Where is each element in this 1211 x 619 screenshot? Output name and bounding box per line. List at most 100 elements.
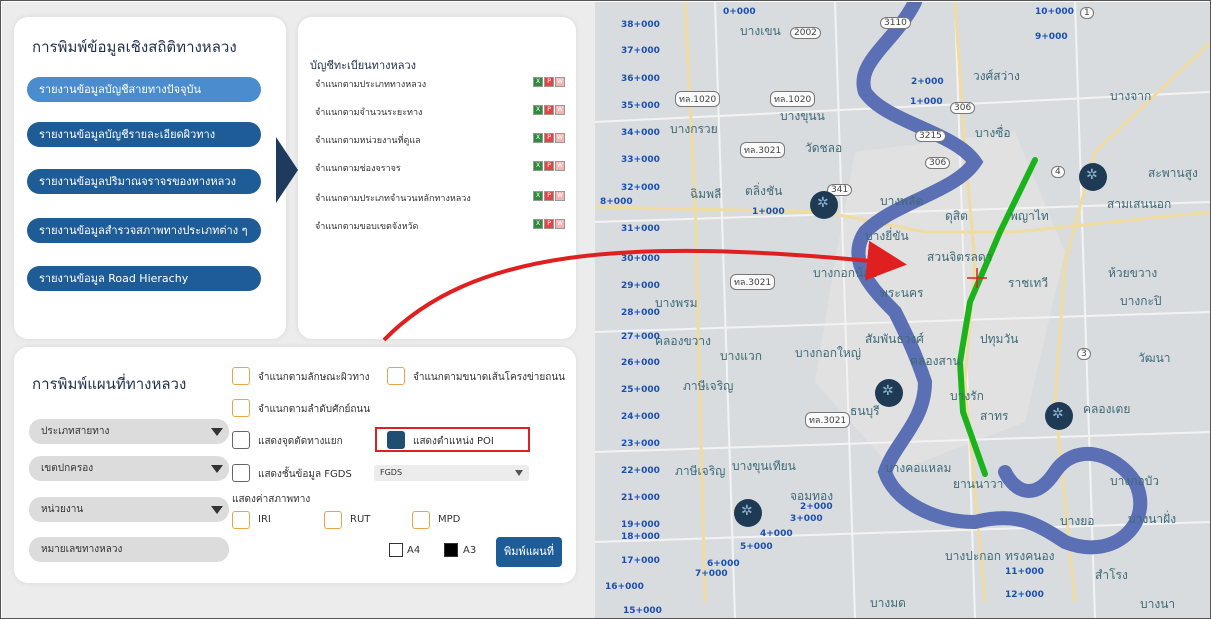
pdf-icon[interactable]: P — [544, 219, 554, 229]
map-place-label: พญาไท — [1010, 209, 1049, 223]
fgds-checkbox[interactable] — [232, 464, 250, 482]
map-place-label: บางยอ — [1060, 514, 1095, 528]
km-marker: 17+000 — [621, 556, 660, 566]
km-marker: 4+000 — [760, 529, 793, 539]
pdf-icon[interactable]: P — [544, 133, 554, 143]
poi-checkbox[interactable] — [387, 431, 405, 449]
pdf-icon[interactable]: P — [544, 191, 554, 201]
map-view[interactable]: บางพลัด ตลิ่งชัน ดุสิต บางกอกน้อย พระนคร… — [595, 2, 1210, 618]
km-marker: 32+000 — [621, 183, 660, 193]
rut-checkbox[interactable] — [324, 511, 342, 529]
km-marker: 1+000 — [752, 207, 785, 217]
km-marker: 28+000 — [621, 308, 660, 318]
poi-pin-icon[interactable] — [1079, 163, 1107, 191]
map-place-label: บางกอกน้อย — [813, 266, 878, 280]
pdf-icon[interactable]: P — [544, 161, 554, 171]
excel-icon[interactable]: X — [533, 191, 543, 201]
fgds-select[interactable]: FGDS — [374, 465, 529, 481]
excel-icon[interactable]: X — [533, 105, 543, 115]
report-road-hierarchy-button[interactable]: รายงานข้อมูล Road Hierachy — [27, 266, 261, 291]
route-type-dropdown[interactable]: ประเภทสายทาง — [29, 419, 229, 444]
surface-type-checkbox[interactable] — [232, 367, 250, 385]
km-marker: 33+000 — [621, 155, 660, 165]
register-row-label: จำแนกตามจำนวนระยะทาง — [315, 108, 423, 118]
map-place-label: สวนจิตรลดา — [927, 250, 993, 264]
map-place-label: บางกะปิ — [1120, 294, 1162, 308]
road-number-label: 2002 — [790, 27, 821, 39]
register-row-label: จำแนกตามประเภทจำนวนหลักทางหลวง — [315, 194, 471, 204]
road-number-label: ทล.1020 — [675, 91, 721, 107]
map-place-label: ยานนาวา — [953, 477, 1004, 491]
road-number-label: ทล.3021 — [730, 274, 776, 290]
network-size-checkbox[interactable] — [387, 367, 405, 385]
word-icon[interactable]: W — [555, 133, 565, 143]
map-place-label: ธนบุรี — [850, 404, 880, 418]
road-number-label: ทล.3021 — [805, 412, 851, 428]
poi-pin-icon[interactable] — [1045, 402, 1073, 430]
mpd-checkbox[interactable] — [412, 511, 430, 529]
report-traffic-volume-button[interactable]: รายงานข้อมูลปริมาณจราจรของทางหลวง — [27, 169, 261, 194]
km-marker: 29+000 — [621, 281, 660, 291]
km-marker: 18+000 — [621, 532, 660, 542]
map-place-label: สามเสนนอก — [1107, 197, 1172, 211]
word-icon[interactable]: W — [555, 77, 565, 87]
poi-pin-icon[interactable] — [875, 379, 903, 407]
km-marker: 26+000 — [621, 358, 660, 368]
km-marker: 3+000 — [790, 514, 823, 524]
km-marker: 31+000 — [621, 224, 660, 234]
poi-pin-icon[interactable] — [810, 191, 838, 219]
road-number-label: ทล.3021 — [740, 142, 786, 158]
km-marker: 37+000 — [621, 46, 660, 56]
report-current-route-button[interactable]: รายงานข้อมูลบัญชีสายทางปัจจุบัน — [27, 77, 261, 102]
rut-label: RUT — [350, 514, 371, 525]
km-marker: 38+000 — [621, 20, 660, 30]
iri-checkbox[interactable] — [232, 511, 250, 529]
word-icon[interactable]: W — [555, 191, 565, 201]
map-place-label: บางนาฝั่ง — [1128, 512, 1177, 526]
dropdown-arrow-icon — [211, 465, 223, 473]
report-panel: การพิมพ์ข้อมูลเชิงสถิติทางหลวง รายงานข้อ… — [2, 2, 595, 618]
excel-icon[interactable]: X — [533, 133, 543, 143]
paper-a3-label: A3 — [463, 545, 477, 556]
map-place-label: บางกรวย — [670, 122, 718, 136]
map-place-label: พระนคร — [880, 286, 924, 300]
district-dropdown[interactable]: เขตปกครอง — [29, 456, 229, 481]
map-place-label: บางคอแหลม — [885, 461, 952, 475]
agency-dropdown[interactable]: หน่วยงาน — [29, 497, 229, 522]
intersection-label: แสดงจุดตัดทางแยก — [258, 436, 343, 447]
field-placeholder: หมายเลขทางหลวง — [41, 544, 123, 555]
dropdown-arrow-icon — [515, 470, 523, 476]
map-place-label: ทรงคนอง — [1005, 549, 1055, 563]
highway-number-field[interactable]: หมายเลขทางหลวง — [29, 537, 229, 562]
pdf-icon[interactable]: P — [544, 105, 554, 115]
map-place-label: บางซื่อ — [975, 126, 1011, 140]
word-icon[interactable]: W — [555, 219, 565, 229]
km-marker: 30+000 — [621, 254, 660, 264]
intersection-checkbox[interactable] — [232, 431, 250, 449]
road-number-label: 306 — [950, 102, 976, 114]
map-place-label: สะพานสูง — [1148, 166, 1198, 180]
map-place-label: บางขุนน — [780, 109, 825, 123]
print-map-button[interactable]: พิมพ์แผนที่ — [496, 537, 562, 567]
km-marker: 25+000 — [621, 385, 660, 395]
map-place-label: บางรัก — [950, 389, 984, 403]
road-number-label: 4 — [1051, 166, 1065, 178]
km-marker: 12+000 — [1005, 590, 1044, 600]
statistics-card-title: การพิมพ์ข้อมูลเชิงสถิติทางหลวง — [32, 38, 237, 56]
word-icon[interactable]: W — [555, 161, 565, 171]
excel-icon[interactable]: X — [533, 161, 543, 171]
poi-pin-icon[interactable] — [734, 499, 762, 527]
paper-a4-option[interactable] — [389, 543, 403, 557]
km-marker: 24+000 — [621, 412, 660, 422]
report-road-condition-button[interactable]: รายงานข้อมูลสำรวจสภาพทางประเภทต่าง ๆ — [27, 218, 261, 243]
map-print-card: การพิมพ์แผนที่ทางหลวง ประเภทสายทาง เขตปก… — [14, 347, 576, 583]
road-hierarchy-checkbox[interactable] — [232, 399, 250, 417]
excel-icon[interactable]: X — [533, 77, 543, 87]
word-icon[interactable]: W — [555, 105, 565, 115]
paper-a3-option[interactable] — [444, 543, 458, 557]
pdf-icon[interactable]: P — [544, 77, 554, 87]
map-place-label: บางมด — [870, 596, 906, 610]
report-surface-detail-button[interactable]: รายงานข้อมูลบัญชีรายละเอียดผิวทาง — [27, 122, 261, 147]
register-row-label: จำแนกตามช่องจราจร — [315, 164, 401, 174]
excel-icon[interactable]: X — [533, 219, 543, 229]
